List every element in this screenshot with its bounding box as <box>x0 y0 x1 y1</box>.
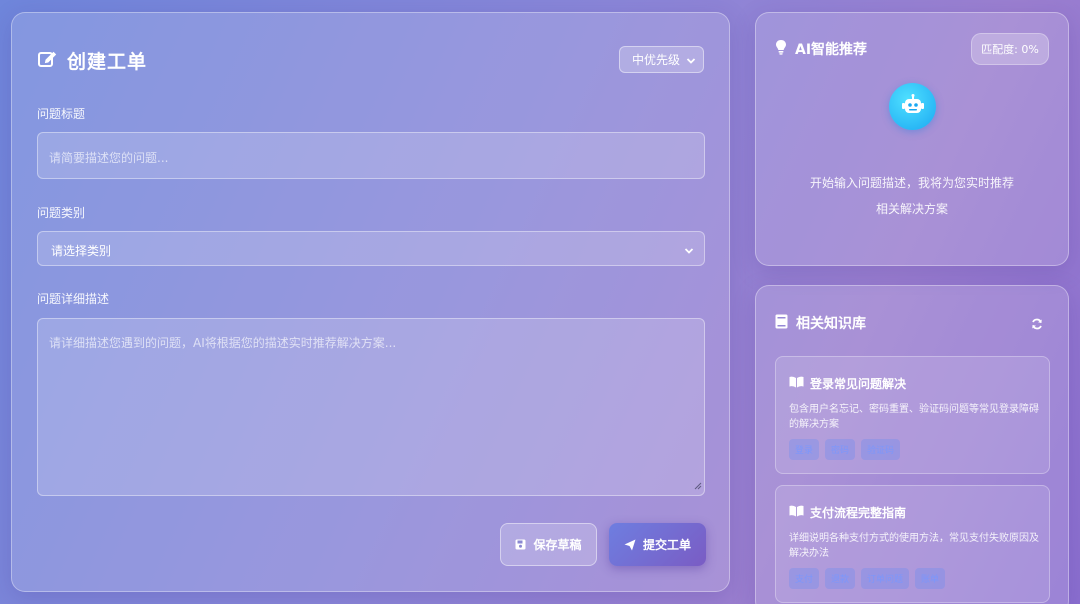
detail-textarea[interactable]: 请详细描述您遇到的问题，AI将根据您的描述实时推荐解决方案... <box>37 318 705 496</box>
chevron-down-icon <box>686 55 696 69</box>
kb-article-title-text: 登录常见问题解决 <box>810 377 907 391</box>
title-placeholder: 请简要描述您的问题... <box>49 151 169 165</box>
kb-tag[interactable]: 密码 <box>825 439 856 460</box>
kb-tag[interactable]: 验证码 <box>861 439 901 460</box>
kb-article-title: 支付流程完整指南 <box>789 504 906 521</box>
kb-tag[interactable]: 账单 <box>915 568 946 589</box>
robot-avatar <box>889 83 936 130</box>
ai-hint-line-2: 相关解决方案 <box>875 202 948 216</box>
open-book-icon <box>789 505 804 520</box>
match-badge: 匹配度: 0% <box>971 33 1049 65</box>
kb-tag[interactable]: 支付 <box>789 568 820 589</box>
save-draft-button[interactable]: 保存草稿 <box>500 523 597 566</box>
save-draft-label: 保存草稿 <box>533 538 582 552</box>
submit-ticket-button[interactable]: 提交工单 <box>609 523 706 566</box>
kb-article-title: 登录常见问题解决 <box>789 375 906 392</box>
refresh-icon[interactable] <box>1031 315 1043 334</box>
kb-card-title: 相关知识库 <box>796 316 866 332</box>
category-select[interactable]: 请选择类别 <box>37 231 705 266</box>
ai-recommend-card: AI智能推荐 匹配度: 0% 开始输入问题描述，我将为您实时推荐 相关解决方案 <box>755 12 1069 266</box>
category-label: 问题类别 <box>37 206 86 220</box>
kb-article[interactable]: 支付流程完整指南 详细说明各种支付方式的使用方法，常见支付失败原因及解决办法 支… <box>775 485 1050 603</box>
kb-tag[interactable]: 退款 <box>825 568 856 589</box>
priority-value: 中优先级 <box>632 53 681 67</box>
resize-grip-icon[interactable] <box>694 479 702 493</box>
kb-article-title-text: 支付流程完整指南 <box>810 506 907 520</box>
title-input[interactable]: 请简要描述您的问题... <box>37 132 705 179</box>
knowledge-base-card: 相关知识库 登录常见问题解决 包含用户名忘记、密码重置、验证码问题等常见登录障碍… <box>755 285 1069 604</box>
form-header: 创建工单 <box>37 47 147 74</box>
create-ticket-card: 创建工单 中优先级 问题标题 请简要描述您的问题... 问题类别 请选择类别 问… <box>11 12 730 592</box>
submit-ticket-label: 提交工单 <box>642 538 691 552</box>
kb-tag[interactable]: 登录 <box>789 439 820 460</box>
priority-select[interactable]: 中优先级 <box>619 46 704 73</box>
edit-icon <box>37 49 57 73</box>
lightbulb-icon <box>775 39 787 59</box>
ai-hint-line-1: 开始输入问题描述，我将为您实时推荐 <box>809 176 1014 190</box>
kb-article-desc: 详细说明各种支付方式的使用方法，常见支付失败原因及解决办法 <box>789 533 1039 559</box>
category-value: 请选择类别 <box>51 244 112 258</box>
open-book-icon <box>789 376 804 391</box>
title-label: 问题标题 <box>37 107 86 121</box>
kb-tags: 登录 密码 验证码 <box>789 439 901 460</box>
kb-card-header: 相关知识库 <box>775 313 866 333</box>
kb-tag[interactable]: 订单问题 <box>861 568 910 589</box>
detail-label: 问题详细描述 <box>37 292 110 306</box>
ai-card-header: AI智能推荐 <box>775 39 867 59</box>
kb-article-desc: 包含用户名忘记、密码重置、验证码问题等常见登录障碍的解决方案 <box>789 404 1039 430</box>
send-icon <box>624 539 636 551</box>
save-icon <box>515 539 526 550</box>
page-title: 创建工单 <box>67 51 148 73</box>
kb-article[interactable]: 登录常见问题解决 包含用户名忘记、密码重置、验证码问题等常见登录障碍的解决方案 … <box>775 356 1050 474</box>
chevron-down-icon <box>684 245 694 259</box>
ai-card-title: AI智能推荐 <box>795 42 868 58</box>
book-icon <box>775 314 788 333</box>
detail-placeholder: 请详细描述您遇到的问题，AI将根据您的描述实时推荐解决方案... <box>49 336 397 350</box>
robot-icon <box>901 93 925 120</box>
kb-tags: 支付 退款 订单问题 账单 <box>789 568 946 589</box>
